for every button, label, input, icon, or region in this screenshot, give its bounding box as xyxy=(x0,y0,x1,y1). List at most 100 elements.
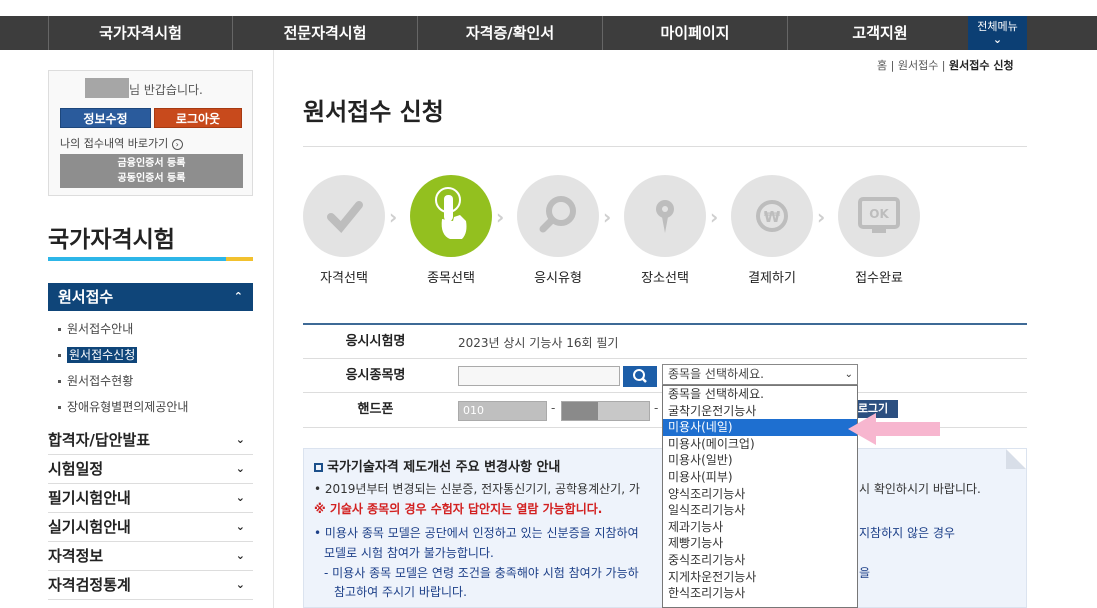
title-divider xyxy=(303,146,1027,147)
breadcrumb-home[interactable]: 홈 xyxy=(877,59,887,72)
phone-separator-2: - xyxy=(654,401,659,415)
sub-item-status[interactable]: 원서접수현황 xyxy=(58,372,133,389)
sidebar-item-results[interactable]: 합격자/답안발표 ⌄ xyxy=(48,426,253,455)
svg-text:₩: ₩ xyxy=(764,208,781,226)
notice-line-1: • 2019년부터 변경되는 신분증, 전자통신기기, 공학용계산기, 가 xyxy=(314,482,640,496)
phone-prefix-field[interactable]: 010 xyxy=(458,401,547,421)
dropdown-option[interactable]: 한식조리기능사 xyxy=(663,585,857,602)
breadcrumb: 홈 | 원서접수 | 원서접수 신청 xyxy=(877,59,1014,72)
my-history-label: 나의 접수내역 바로가기 xyxy=(60,137,169,150)
notice-line-3-right: 지참하지 않은 경우 xyxy=(859,526,955,540)
sidebar-item-schedule[interactable]: 시험일정 ⌄ xyxy=(48,455,253,484)
gnb-item-national[interactable]: 국가자격시험 xyxy=(48,16,233,50)
subject-select-value: 종목을 선택하세요. xyxy=(668,367,764,381)
greeting-text: 님 반갑습니다. xyxy=(129,83,203,97)
dropdown-option[interactable]: 종목을 선택하세요. xyxy=(663,386,857,403)
dropdown-option[interactable]: 미용사(피부) xyxy=(663,469,857,486)
step-label-5: 결제하기 xyxy=(748,271,796,286)
gnb-item-support[interactable]: 고객지원 xyxy=(788,16,973,50)
notice-bullet-icon xyxy=(314,463,323,472)
touch-hand-icon xyxy=(435,187,467,239)
step-complete: OK xyxy=(838,175,920,257)
dropdown-option-highlighted[interactable]: 미용사(네일) xyxy=(663,419,857,436)
gnb-item-mypage[interactable]: 마이페이지 xyxy=(603,16,788,50)
step-label-2: 종목선택 xyxy=(427,271,475,286)
sidebar-item-info[interactable]: 자격정보 ⌄ xyxy=(48,542,253,571)
dropdown-option[interactable]: 굴착기운전기능사 xyxy=(663,403,857,420)
check-icon xyxy=(327,201,363,233)
step-location xyxy=(624,175,706,257)
svg-text:OK: OK xyxy=(869,207,889,221)
notice-line-5: - 미용사 종목 모델은 연령 조건을 충족해야 시험 참여가 가능하 xyxy=(324,566,639,580)
won-coin-icon: ₩ xyxy=(756,200,788,232)
chevron-down-icon: ⌄ xyxy=(235,578,245,591)
ok-monitor-icon: OK xyxy=(858,197,900,233)
gnb-item-certificate[interactable]: 자격증/확인서 xyxy=(418,16,603,50)
step-subject xyxy=(410,175,492,257)
phone-middle-field[interactable] xyxy=(561,401,650,421)
chevron-down-icon: ⌄ xyxy=(235,549,245,562)
all-menu-button[interactable]: 전체메뉴 ⌄ xyxy=(968,16,1027,50)
certificate-register-button[interactable]: 금융인증서 등록 공동인증서 등록 xyxy=(60,154,243,188)
search-icon xyxy=(539,196,576,233)
gnb-item-professional[interactable]: 전문자격시험 xyxy=(233,16,418,50)
gnb-menu: 국가자격시험 전문자격시험 자격증/확인서 마이페이지 고객지원 xyxy=(48,16,973,50)
dropdown-option[interactable]: 중식조리기능사 xyxy=(663,552,857,569)
phone-separator: - xyxy=(551,401,556,415)
sidebar-item-stats[interactable]: 자격검정통계 ⌄ xyxy=(48,571,253,600)
step-label-1: 자격선택 xyxy=(320,271,368,286)
dropdown-option[interactable]: 일식조리기능사 xyxy=(663,502,857,519)
sidebar-item-application[interactable]: 원서접수 ⌃ xyxy=(48,283,253,311)
notice-line-3: • 미용사 종목 모델은 공단에서 인정하고 있는 신분증을 지참하여 xyxy=(314,526,639,540)
notice-title: 국가기술자격 제도개선 주요 변경사항 안내 xyxy=(314,456,560,475)
dropdown-option[interactable]: 지게차운전기능사 xyxy=(663,569,857,586)
step-arrow-icon: › xyxy=(603,205,612,229)
all-menu-label: 전체메뉴 xyxy=(977,20,1018,33)
edit-info-button[interactable]: 정보수정 xyxy=(60,108,151,128)
my-history-link[interactable]: 나의 접수내역 바로가기 › xyxy=(60,135,183,151)
sidebar-title-underline xyxy=(48,257,253,261)
chevron-right-icon: › xyxy=(171,138,183,150)
sidebar-title: 국가자격시험 xyxy=(48,227,175,253)
dropdown-option[interactable]: 제과기능사 xyxy=(663,519,857,536)
breadcrumb-level1[interactable]: 원서접수 xyxy=(898,59,938,72)
sidebar-item-practical[interactable]: 실기시험안내 ⌄ xyxy=(48,513,253,542)
cert-line-1: 금융인증서 등록 xyxy=(117,158,186,169)
phone-label: 핸드폰 xyxy=(357,402,394,417)
dropdown-option[interactable]: 제빵기능사 xyxy=(663,535,857,552)
masked-username xyxy=(85,78,129,98)
subject-label: 응시종목명 xyxy=(345,368,406,383)
sub-item-guide[interactable]: 원서접수안내 xyxy=(58,320,133,337)
map-pin-icon xyxy=(656,200,674,233)
subject-dropdown-list: 종목을 선택하세요. 굴착기운전기능사 미용사(네일) 미용사(메이크업) 미용… xyxy=(662,385,858,608)
subject-search-button[interactable] xyxy=(623,366,657,387)
global-nav: 국가자격시험 전문자격시험 자격증/확인서 마이페이지 고객지원 전체메뉴 ⌄ xyxy=(0,16,1097,50)
chevron-down-icon: ⌄ xyxy=(992,33,1003,46)
dropdown-option[interactable]: 미용사(일반) xyxy=(663,452,857,469)
step-arrow-icon: › xyxy=(710,205,719,229)
subject-select[interactable]: 종목을 선택하세요. ⌄ xyxy=(662,364,858,385)
dropdown-option[interactable]: 양식조리기능사 xyxy=(663,486,857,503)
sidebar-item-written[interactable]: 필기시험안내 ⌄ xyxy=(48,484,253,513)
sidebar-divider xyxy=(273,50,274,608)
notice-line-6: 참고하여 주시기 바랍니다. xyxy=(334,585,467,599)
notice-line-1-right: 시 확인하시기 바랍니다. xyxy=(859,482,981,496)
notice-line-5-right: 을 xyxy=(859,566,871,580)
dropdown-option[interactable]: 미용사(메이크업) xyxy=(663,436,857,453)
top-strip xyxy=(0,0,1097,16)
search-icon xyxy=(633,369,647,383)
chevron-down-icon: ⌄ xyxy=(235,520,245,533)
exam-label: 응시시험명 xyxy=(345,334,406,349)
pointer-arrow-icon xyxy=(848,413,940,445)
page-fold-decoration xyxy=(1006,449,1026,469)
step-qualification xyxy=(303,175,385,257)
logout-button[interactable]: 로그아웃 xyxy=(154,108,242,128)
sub-item-apply[interactable]: 원서접수신청 xyxy=(58,346,138,363)
subject-search-input[interactable] xyxy=(458,366,620,386)
step-type xyxy=(517,175,599,257)
step-arrow-icon: › xyxy=(389,205,398,229)
notice-line-2: ※ 기술사 종목의 경우 수험자 답안지는 열람 가능합니다. xyxy=(314,502,603,516)
step-payment: ₩ xyxy=(731,175,813,257)
user-box: 님 반갑습니다. 정보수정 로그아웃 나의 접수내역 바로가기 › 금융인증서 … xyxy=(48,70,253,196)
sub-item-accessibility[interactable]: 장애유형별편의제공안내 xyxy=(58,398,188,415)
